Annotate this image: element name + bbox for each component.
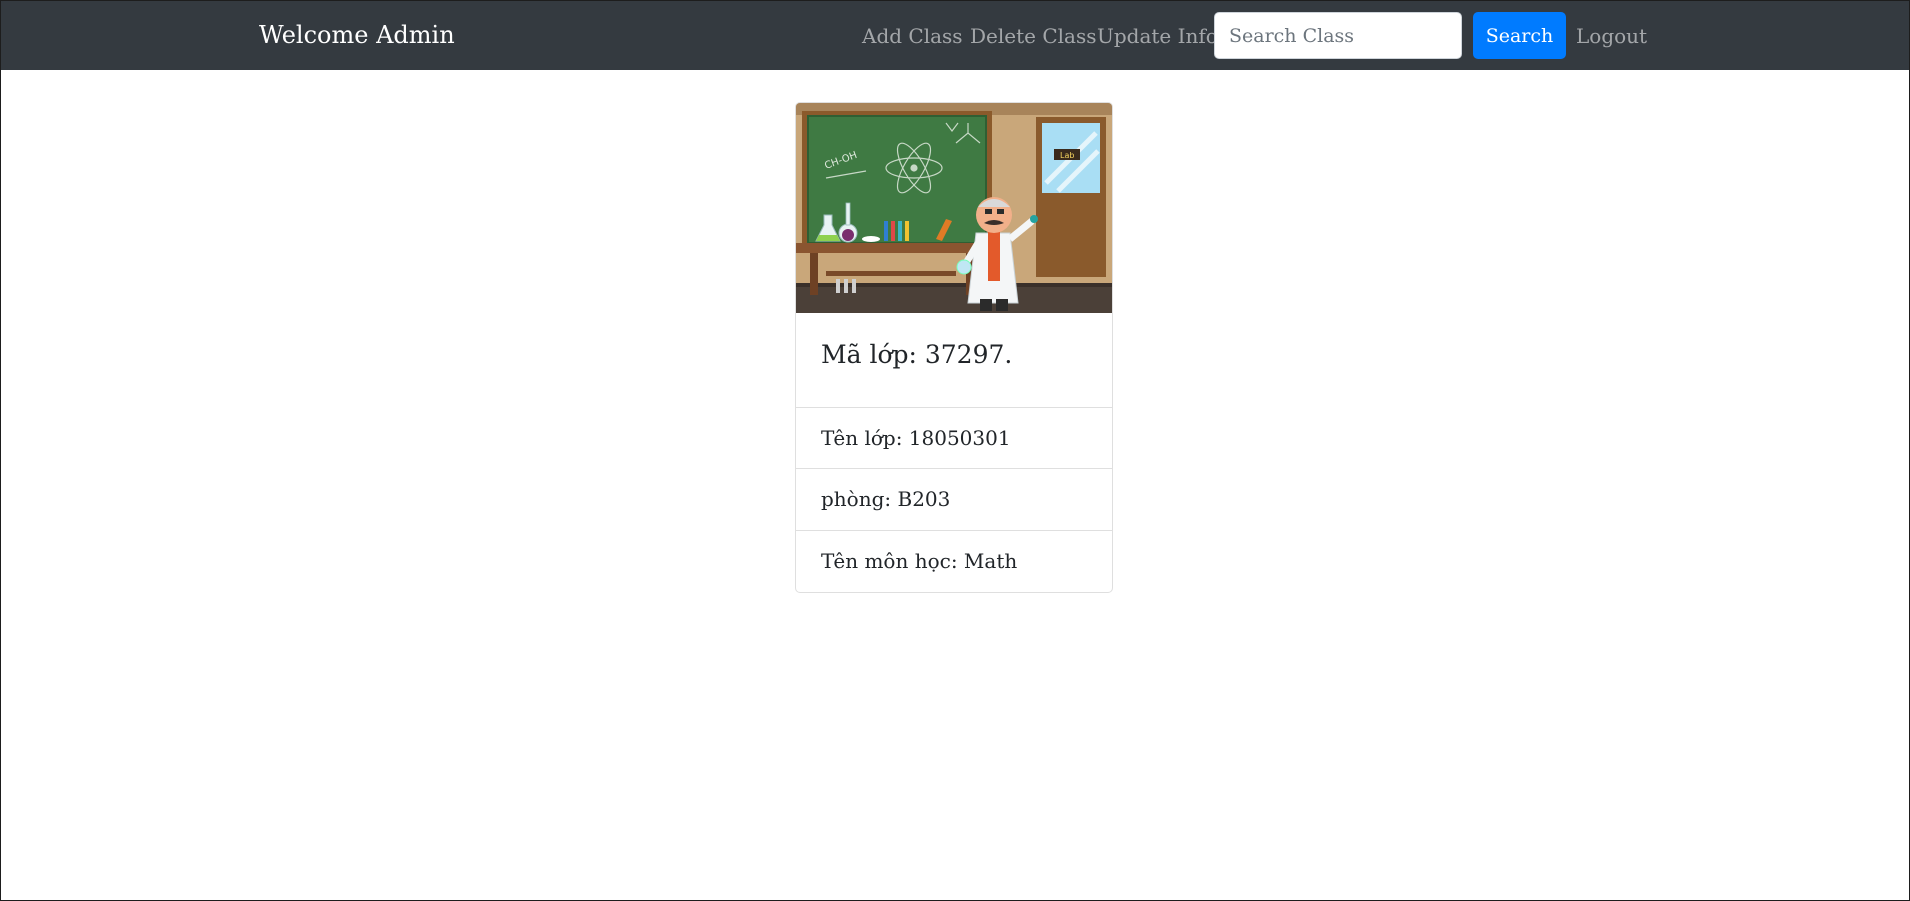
nav-link-delete-class[interactable]: Delete Class <box>970 22 1096 50</box>
nav-link-update-info[interactable]: Update Info <box>1097 22 1218 50</box>
nav-link-logout[interactable]: Logout <box>1576 22 1647 50</box>
search-input[interactable] <box>1214 12 1462 59</box>
list-item-class-name: Tên lớp: 18050301 <box>796 407 1112 468</box>
list-item-subject: Tên môn học: Math <box>796 530 1112 591</box>
list-item-room: phòng: B203 <box>796 468 1112 529</box>
lab-sign-label: Lab <box>1060 151 1074 160</box>
class-card-image: CH-OH Lab <box>796 103 1112 313</box>
search-button[interactable]: Search <box>1473 12 1566 59</box>
nav-link-add-class[interactable]: Add Class <box>862 22 963 50</box>
navbar: Welcome Admin Add Class Delete Class Upd… <box>1 1 1909 70</box>
class-card: CH-OH Lab Mã lớp: 37297. Tên lớp: 180503… <box>795 102 1113 593</box>
class-code-title: Mã lớp: 37297. <box>821 340 1013 369</box>
navbar-brand[interactable]: Welcome Admin <box>259 19 455 51</box>
